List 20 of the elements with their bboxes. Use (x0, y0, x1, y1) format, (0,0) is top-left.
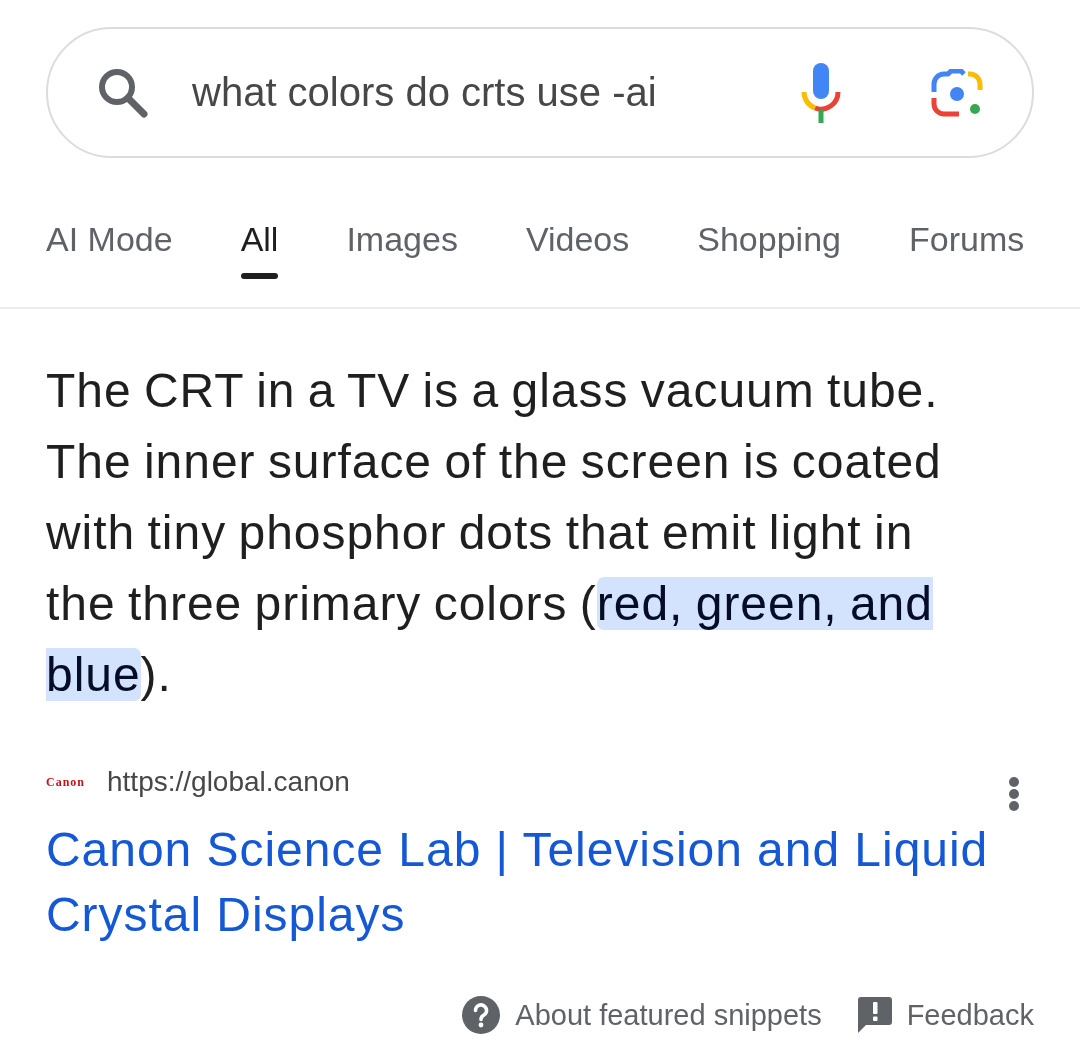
site-logo: Canon (46, 773, 85, 790)
help-icon (462, 996, 501, 1034)
about-snippets-link[interactable]: About featured snippets (462, 995, 822, 1035)
microphone-icon[interactable] (801, 62, 841, 123)
camera-search-icon[interactable] (931, 68, 983, 117)
snippet-text: The CRT in a TV is a glass vacuum tube. The inner surface of the screen is coated with tiny phosphor dots that emit light in the three primary colors (red, green, and blue). (46, 363, 943, 703)
result-title-link[interactable]: Canon Science Lab | Television and Liquid Crystal Displays (46, 817, 1016, 947)
feedback-icon (857, 997, 892, 1033)
tab[interactable]: Forums (908, 219, 1025, 279)
search-input[interactable]: what colors do crts use -ai (192, 67, 781, 118)
search-bar[interactable]: what colors do crts use -ai (46, 27, 1034, 158)
tab[interactable]: Videos (525, 219, 630, 279)
tab[interactable]: All (240, 219, 279, 279)
search-icon (98, 67, 148, 118)
feedback-link[interactable]: Feedback (857, 995, 1034, 1035)
tab[interactable]: Shopping (697, 219, 841, 279)
tab[interactable]: Images (346, 219, 458, 279)
more-options-icon[interactable] (1009, 777, 1019, 811)
result-url: https://global.canon (107, 764, 350, 799)
tab[interactable]: AI Mode (46, 219, 173, 279)
